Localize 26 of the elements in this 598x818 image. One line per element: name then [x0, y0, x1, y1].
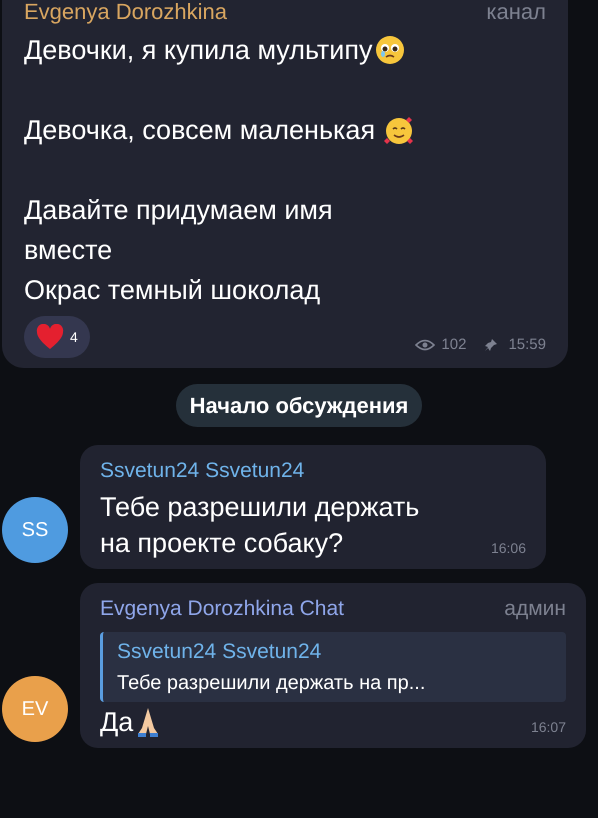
reply-author: Ssvetun24 Ssvetun24 — [117, 639, 322, 665]
pleading-face-icon — [374, 35, 404, 65]
discussion-start-label: Начало обсуждения — [176, 384, 422, 427]
message-text: Тебе разрешили держать — [100, 490, 420, 524]
view-count: 102 — [441, 334, 466, 354]
message-text: Окрас темный шоколад — [24, 274, 320, 307]
message-text: вместе — [24, 234, 112, 267]
message-text: Давайте придумаем имя — [24, 194, 333, 227]
channel-label: канал — [486, 0, 546, 26]
author-name: Evgenya Dorozhkina — [24, 0, 228, 26]
author-name: Ssvetun24 Ssvetun24 — [100, 458, 304, 484]
message-text: Девочки, я купила мультипу — [24, 34, 372, 67]
message-time: 16:06 — [490, 538, 526, 558]
message-time: 16:07 — [530, 718, 566, 736]
message-text: Девочка, совсем маленькая — [24, 114, 376, 147]
reaction-chip[interactable]: 4 — [24, 316, 90, 358]
eye-icon — [415, 338, 436, 351]
admin-label: админ — [504, 596, 566, 622]
smiling-face-with-hearts-icon — [383, 114, 416, 146]
reply-text: Тебе разрешили держать на пр... — [117, 670, 426, 696]
message-text: Да — [100, 706, 134, 738]
post-time: 15:59 — [508, 334, 546, 354]
message-text: на проекте собаку? — [100, 526, 344, 560]
reply-quote[interactable]: Ssvetun24 Ssvetun24 Тебе разрешили держать на пр... — [100, 632, 566, 702]
author-name: Evgenya Dorozhkina Chat — [100, 596, 344, 622]
heart-icon — [36, 324, 64, 350]
